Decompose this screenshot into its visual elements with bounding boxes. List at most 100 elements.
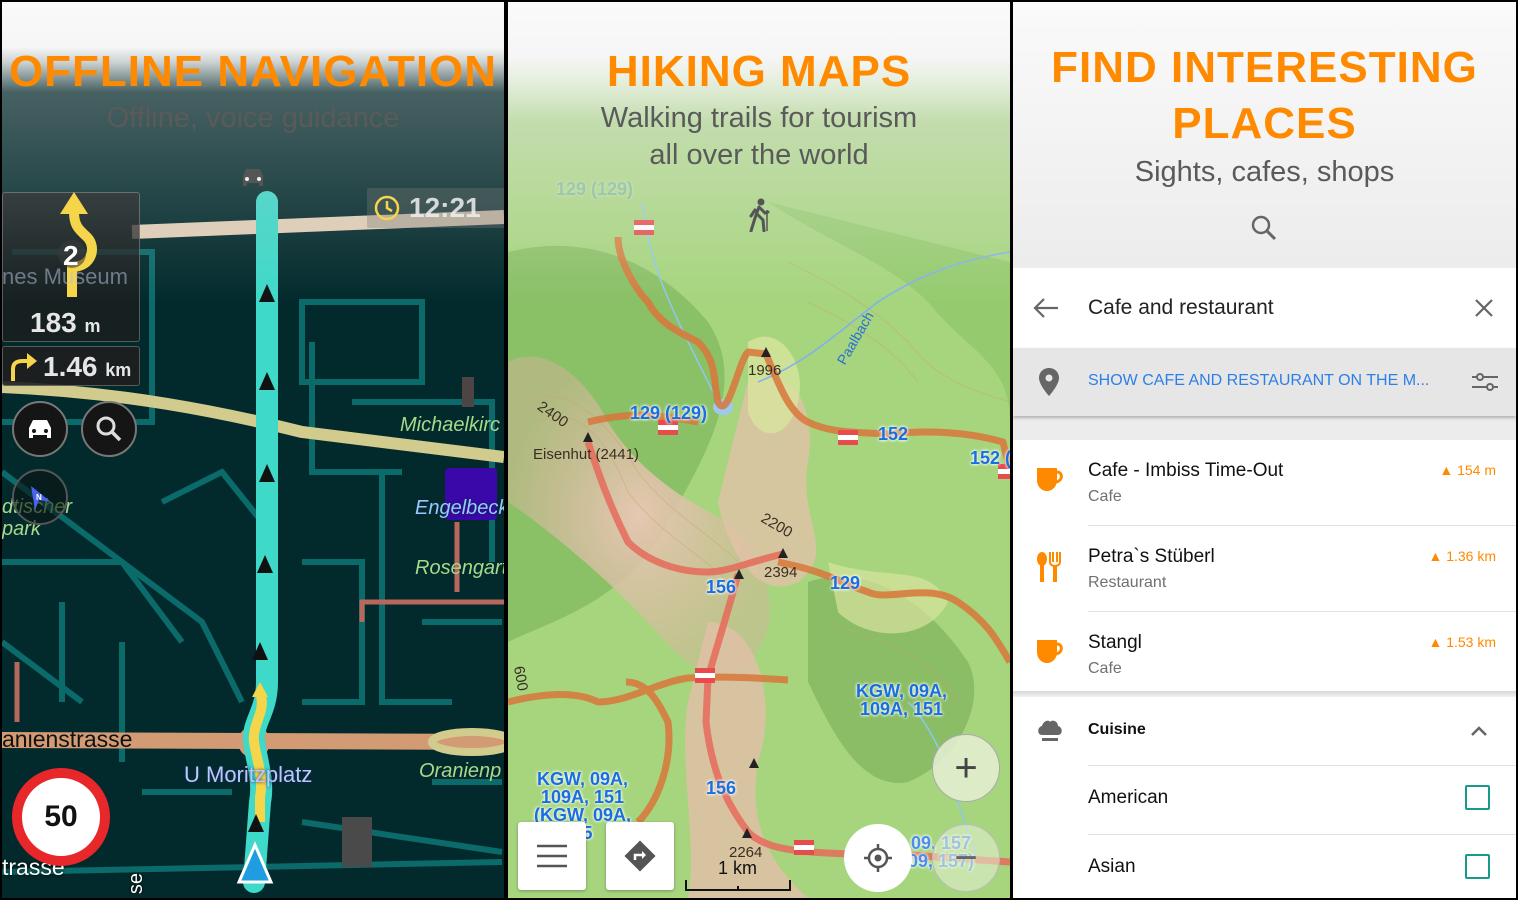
hiker-icon	[749, 198, 770, 232]
direction-arrow-icon: ▲	[1439, 462, 1454, 478]
map-pin-icon	[1039, 368, 1059, 396]
next-turn-distance-unit: km	[105, 360, 132, 380]
results-list: Cafe - Imbiss Time-Out Cafe ▲ 154 m Petr…	[1013, 440, 1516, 698]
compass-icon: N	[31, 486, 51, 510]
trail-label: 156	[706, 778, 737, 798]
result-distance: ▲ 1.36 km	[1428, 548, 1496, 564]
panel-subtitle-line-1: Walking trails for tourism	[600, 102, 918, 134]
peak-label: 1996	[748, 362, 782, 379]
list-item[interactable]: Petra`s Stüberl Restaurant ▲ 1.36 km	[1013, 526, 1516, 612]
zoom-in-button[interactable]: +	[932, 734, 1000, 802]
list-item[interactable]: Cafe - Imbiss Time-Out Cafe ▲ 154 m	[1013, 440, 1516, 526]
search-bar: Cafe and restaurant	[1013, 268, 1516, 348]
trail-label: 156	[706, 577, 737, 597]
peak-label: 2394	[764, 564, 798, 581]
hamburger-menu-icon	[537, 844, 567, 868]
result-type: Restaurant	[1088, 574, 1167, 591]
result-distance-value: 1.36 km	[1446, 548, 1496, 564]
next-turn-panel: 1.46 km	[2, 346, 140, 386]
search-icon	[1251, 215, 1277, 241]
map-label-church: Michaelkirc	[400, 414, 501, 436]
result-distance-value: 1.53 km	[1446, 634, 1496, 650]
result-type: Cafe	[1088, 660, 1122, 677]
cuisine-option-asian[interactable]: Asian	[1013, 834, 1516, 898]
car-icon	[29, 420, 51, 438]
direction-arrow-icon: ▲	[1428, 548, 1443, 564]
map-label-ubahn: U Moritzplatz	[184, 762, 313, 787]
search-input[interactable]: Cafe and restaurant	[1088, 296, 1274, 320]
back-arrow-icon[interactable]	[1033, 297, 1059, 319]
direction-arrow-icon: ▲	[1428, 634, 1443, 650]
map-label-station: Engelbeck	[415, 497, 504, 519]
cuisine-filter-label: Cuisine	[1088, 721, 1146, 738]
panel-title: OFFLINE NAVIGATION	[8, 47, 498, 96]
turn-distance-unit: m	[84, 316, 101, 336]
result-distance: ▲ 154 m	[1439, 462, 1496, 478]
chef-hat-icon	[1038, 720, 1062, 741]
clear-search-icon[interactable]	[1474, 298, 1494, 318]
trail-label: 152 (	[970, 448, 1010, 468]
street-label-vertical: se	[125, 872, 148, 895]
menu-button[interactable]	[518, 822, 586, 890]
map-label-garden: Rosengart	[415, 557, 504, 579]
search-button[interactable]	[81, 401, 137, 457]
peak-label: Eisenhut (2441)	[533, 446, 639, 463]
street-label-oranienstrasse: anienstrasse	[2, 726, 133, 752]
panel-subtitle: Sights, cafes, shops	[1134, 156, 1395, 188]
cuisine-option-american[interactable]: American	[1013, 765, 1516, 833]
turn-right-icon	[11, 353, 37, 381]
panel-title: HIKING MAPS	[606, 47, 912, 96]
panel-title-line-1: FIND INTERESTING	[1051, 43, 1478, 92]
show-on-map-bar[interactable]: SHOW CAFE AND RESTAURANT ON THE M...	[1013, 348, 1516, 416]
show-on-map-link[interactable]: SHOW CAFE AND RESTAURANT ON THE M...	[1088, 372, 1429, 390]
cup-icon	[1037, 640, 1063, 663]
trail-label: 129 (129)	[630, 403, 708, 423]
panel-subtitle-line-2: all over the world	[649, 139, 869, 171]
vehicle-mode-button[interactable]	[12, 401, 68, 457]
search-icon	[96, 416, 122, 442]
chevron-up-icon[interactable]	[1470, 725, 1488, 737]
panel-offline-navigation: OFFLINE NAVIGATION Offline, voice guidan…	[2, 2, 504, 898]
compass-button[interactable]: N	[12, 469, 68, 525]
trail-label-group: KGW, 09A, 109A, 151	[856, 682, 947, 718]
cuisine-filter-header[interactable]: Cuisine	[1013, 697, 1516, 765]
directions-button[interactable]	[606, 822, 674, 890]
roundabout-exit-number: 2	[63, 240, 79, 271]
separator	[1013, 416, 1516, 440]
panel-find-places: FIND INTERESTING PLACES Sights, cafes, s…	[1013, 2, 1516, 898]
scale-label: 1 km	[718, 858, 758, 878]
checkbox[interactable]	[1465, 785, 1490, 810]
result-distance-value: 154 m	[1457, 462, 1496, 478]
speed-limit-sign: 50	[12, 768, 110, 866]
checkbox[interactable]	[1465, 854, 1490, 879]
arrival-time: 12:21	[367, 188, 504, 228]
cutlery-icon	[1037, 552, 1061, 582]
turn-distance: 183 m	[30, 307, 101, 339]
result-type: Cafe	[1088, 488, 1122, 505]
panel-title-line-2: PLACES	[1172, 99, 1357, 148]
trail-label-line: KGW, 09A,	[536, 769, 629, 789]
my-location-button[interactable]	[844, 824, 912, 892]
trail-label-line: 109A, 151	[540, 787, 625, 807]
list-item[interactable]: Stangl Cafe ▲ 1.53 km	[1013, 612, 1516, 698]
next-turn-distance-value: 1.46	[43, 351, 98, 382]
trail-label-line: KGW, 09A,	[856, 681, 948, 701]
turn-distance-value: 183	[30, 307, 77, 338]
panel-header: HIKING MAPS Walking trails for tourism a…	[508, 44, 1010, 174]
result-distance: ▲ 1.53 km	[1428, 634, 1496, 650]
car-icon	[243, 169, 263, 186]
result-name: Petra`s Stüberl	[1088, 546, 1215, 567]
panel-header: FIND INTERESTING PLACES Sights, cafes, s…	[1013, 40, 1516, 191]
trail-label-line: 109A, 151	[859, 699, 944, 719]
crosshair-location-icon	[864, 844, 892, 872]
trail-label: 152	[878, 424, 909, 444]
filter-settings-icon[interactable]	[1472, 372, 1498, 392]
next-turn-distance: 1.46 km	[43, 351, 131, 383]
option-label: American	[1088, 787, 1169, 808]
result-name: Cafe - Imbiss Time-Out	[1088, 460, 1284, 481]
clock-text: 12:21	[409, 192, 481, 223]
divider	[1088, 834, 1516, 835]
option-label: Asian	[1088, 856, 1136, 877]
map-label-square: Oranienp	[419, 760, 502, 782]
zoom-out-button[interactable]: −	[932, 824, 1000, 892]
